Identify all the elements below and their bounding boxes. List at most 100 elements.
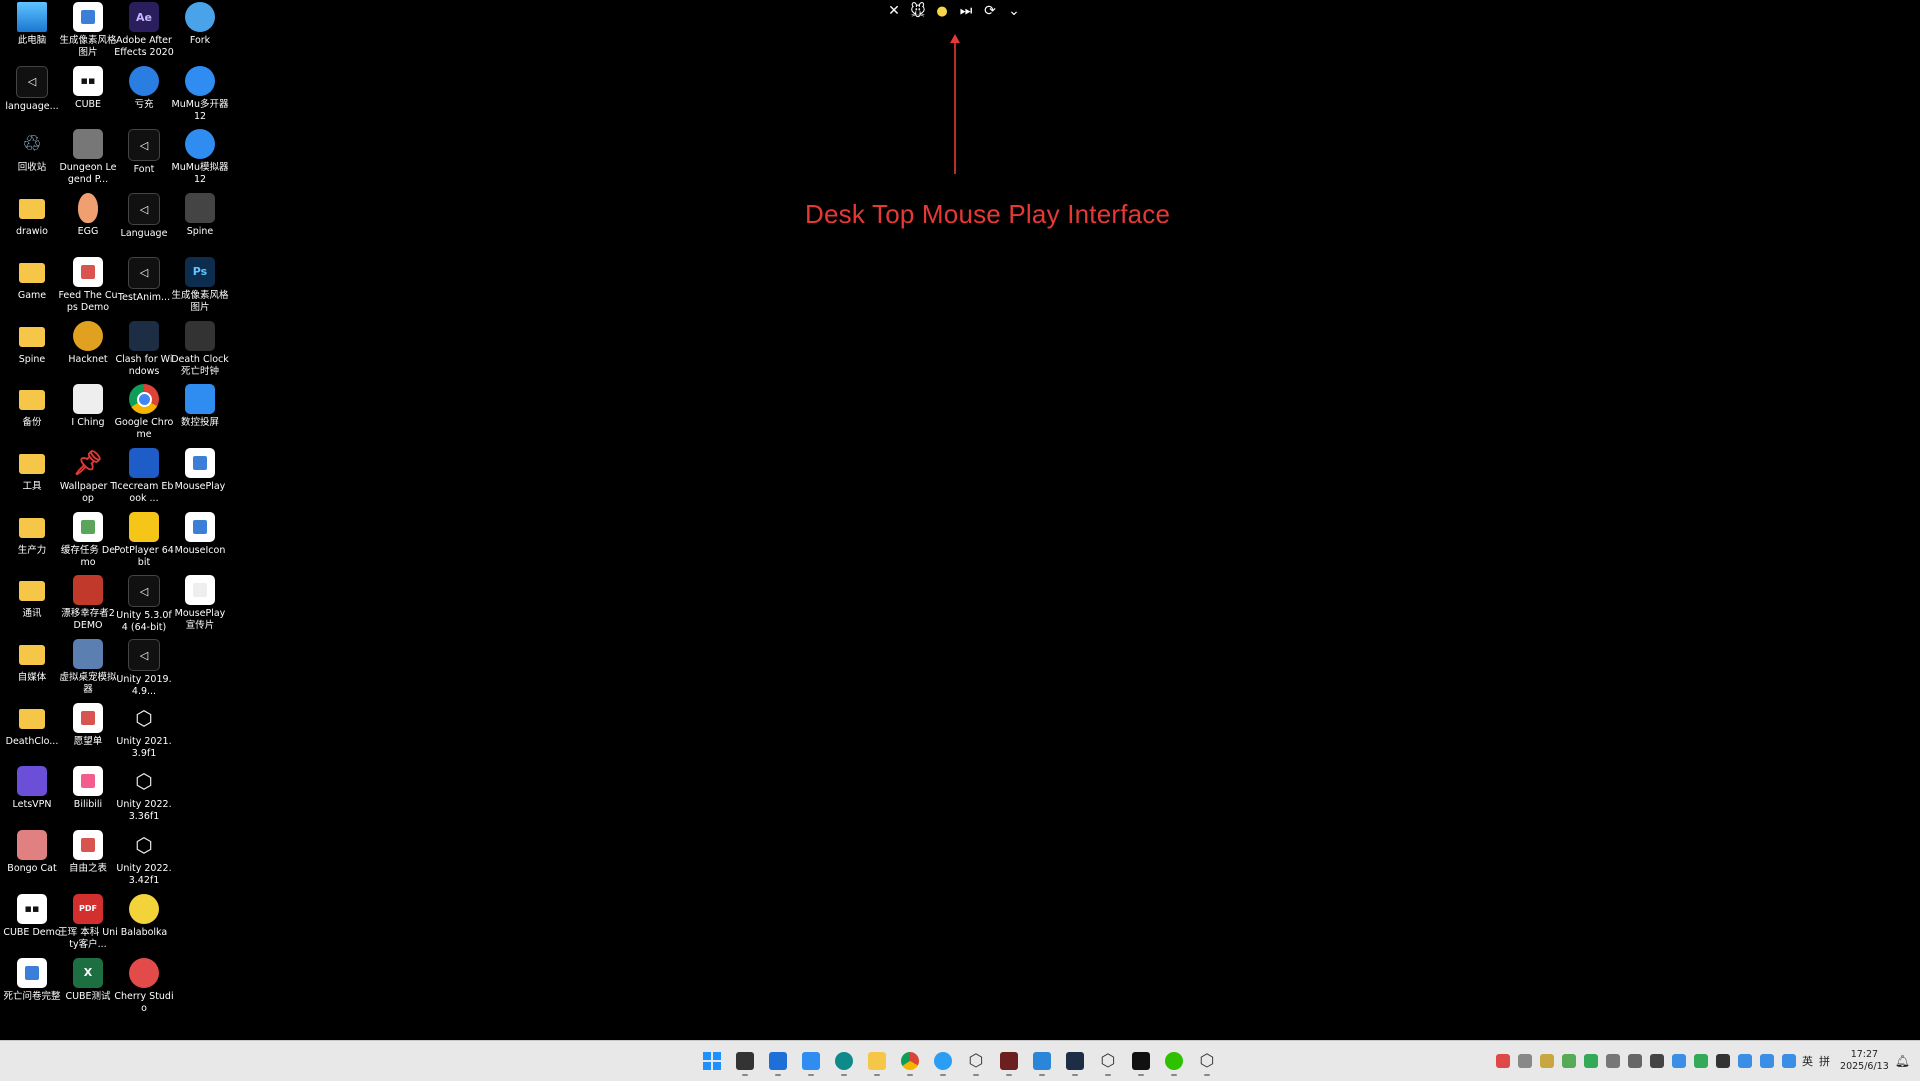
ime-mode[interactable]: 拼 [1819, 1053, 1830, 1069]
desktop-icon[interactable]: PDF 王珲 本科 Unity客户... [58, 893, 118, 956]
taskbar-file-explorer-dark-icon[interactable] [731, 1047, 759, 1076]
desktop-icon[interactable]: I Ching [60, 384, 116, 446]
next-icon[interactable]: ⏭ [956, 1, 976, 21]
tray-app-icon[interactable] [1628, 1054, 1643, 1068]
desktop-icon[interactable]: MousePlay 宣传片 [172, 575, 228, 637]
taskbar-unity-icon[interactable]: ⬡ [1094, 1047, 1122, 1076]
taskbar-chrome-icon[interactable] [896, 1047, 924, 1076]
taskbar-vscode-like-icon[interactable] [764, 1047, 792, 1076]
desktop-icon[interactable]: Bilibili [60, 766, 116, 828]
desktop-icon[interactable]: EGG [60, 193, 116, 255]
desktop-icon[interactable]: ▪▪ CUBE Demo [3, 893, 61, 956]
tray-app-icon[interactable] [1672, 1054, 1687, 1068]
taskbar-fork-icon[interactable] [1028, 1047, 1056, 1076]
desktop-icon[interactable]: ◁ language... [4, 65, 60, 128]
tray-app-icon[interactable] [1782, 1054, 1797, 1068]
refresh-icon[interactable]: ⟳ [980, 1, 1000, 21]
close-icon[interactable]: ✕ [884, 1, 904, 21]
desktop-icon[interactable]: ♲ 回收站 [4, 129, 60, 191]
desktop-icon[interactable]: LetsVPN [4, 766, 60, 828]
desktop-icon[interactable]: Icecream Ebook ... [115, 447, 173, 510]
desktop-icon[interactable]: PotPlayer 64 bit [114, 511, 174, 574]
desktop-icon[interactable]: ◁ Unity 2019.4.9... [116, 639, 172, 701]
taskbar-clash-icon[interactable] [1061, 1047, 1089, 1076]
desktop-icon[interactable]: MouseIcon [172, 511, 228, 574]
mouse-avatar-icon[interactable]: 🐭 [908, 1, 928, 21]
desktop-icon[interactable]: ◁ TestAnim... [116, 256, 172, 319]
desktop-icon[interactable]: Spine [4, 321, 60, 383]
taskbar-start-icon[interactable] [698, 1047, 726, 1075]
desktop-icon[interactable]: Fork [172, 2, 228, 64]
desktop-icon[interactable]: ◁ Language [116, 193, 172, 255]
notification-bell-icon[interactable]: 🔔︎ [1895, 1054, 1910, 1068]
desktop-icon[interactable]: X CUBE测试 [60, 957, 116, 1020]
taskbar-wechat-icon[interactable] [1160, 1047, 1188, 1076]
ime-language[interactable]: 英 [1802, 1053, 1813, 1069]
taskbar-folder-icon[interactable] [863, 1047, 891, 1076]
tray-app-icon[interactable] [1716, 1054, 1731, 1068]
taskbar-chat-bubble-icon[interactable] [929, 1047, 957, 1076]
desktop-icon[interactable]: 生成像素风格图片 [59, 2, 117, 64]
desktop-icon[interactable]: ⬡ Unity 2022.3.42f1 [116, 830, 172, 892]
taskbar-capcut-icon[interactable] [1127, 1047, 1155, 1076]
desktop-icon[interactable]: Hacknet [60, 320, 116, 383]
desktop-icon[interactable]: 通讯 [4, 575, 60, 637]
desktop-icon[interactable]: Game [4, 257, 60, 319]
expand-icon[interactable]: ⌄ [1004, 1, 1024, 21]
desktop-icon[interactable]: 自媒体 [4, 639, 60, 701]
clock[interactable]: 17:27 2025/6/13 [1840, 1049, 1889, 1073]
tray-app-icon[interactable] [1760, 1054, 1775, 1068]
taskbar-screen-tool-icon[interactable] [797, 1047, 825, 1076]
desktop-icon[interactable]: 工具 [4, 448, 60, 510]
taskbar-unity-2-icon[interactable]: ⬡ [1193, 1047, 1221, 1076]
desktop-icon[interactable]: 死亡问卷完整 [3, 957, 61, 1020]
desktop-icon[interactable]: 愿望单 [60, 702, 116, 765]
desktop-icon[interactable]: Balabolka [116, 893, 172, 956]
desktop-icon[interactable]: 生产力 [4, 512, 60, 574]
desktop-icon[interactable]: Bongo Cat [4, 830, 60, 892]
desktop-icon[interactable]: Feed The Cups Demo [58, 256, 118, 319]
desktop-icon[interactable]: ◁ Unity 5.3.0f4 (64-bit) [116, 575, 172, 637]
taskbar-unity-hub-icon[interactable]: ⬡ [962, 1047, 990, 1076]
desktop-icon[interactable]: Dungeon Legend P... [59, 129, 117, 191]
tray-app-icon[interactable] [1540, 1054, 1555, 1068]
taskbar-game-app-icon[interactable] [995, 1047, 1023, 1076]
desktop-icon-label: Spine [18, 353, 46, 365]
desktop-icon[interactable]: Cherry Studio [114, 957, 174, 1020]
status-dot-icon[interactable]: ● [932, 1, 952, 21]
desktop-icon[interactable]: Spine [172, 193, 228, 255]
desktop-icon[interactable]: 备份 [4, 384, 60, 446]
desktop-icon[interactable]: MousePlay [172, 447, 228, 510]
desktop-icon[interactable]: Death Clock 死亡时钟 [171, 320, 229, 383]
tray-app-icon[interactable] [1606, 1054, 1621, 1068]
tray-app-icon[interactable] [1584, 1054, 1599, 1068]
desktop-icon[interactable]: ⬡ Unity 2021.3.9f1 [116, 703, 172, 765]
desktop-icon[interactable]: Google Chrome [115, 384, 173, 446]
taskbar-edge-icon[interactable] [830, 1047, 858, 1076]
desktop-icon[interactable]: 漂移幸存者2 DEMO [60, 575, 116, 637]
desktop-icon[interactable]: Ps 生成像素风格图片 [171, 256, 229, 319]
tray-app-icon[interactable] [1496, 1054, 1511, 1068]
desktop-icon[interactable]: Ae Adobe After Effects 2020 [114, 2, 174, 64]
tray-app-icon[interactable] [1738, 1054, 1753, 1068]
desktop-icon[interactable]: 此电脑 [4, 2, 60, 64]
tray-app-icon[interactable] [1650, 1054, 1665, 1068]
desktop-icon[interactable]: drawio [4, 193, 60, 255]
desktop-icon[interactable]: MuMu模拟器12 [172, 129, 228, 191]
desktop-icon[interactable]: Clash for Windows [116, 320, 173, 383]
tray-app-icon[interactable] [1694, 1054, 1709, 1068]
tray-app-icon[interactable] [1518, 1054, 1533, 1068]
desktop-icon[interactable]: ◁ Font [116, 129, 172, 191]
desktop-icon[interactable]: 自由之表 [60, 830, 116, 892]
desktop-icon[interactable]: 虚拟桌宠模拟器 [59, 639, 117, 701]
desktop-icon[interactable]: MuMu多开器12 [172, 65, 228, 128]
desktop-icon[interactable]: 亏充 [116, 65, 172, 128]
desktop-icon[interactable]: ▪▪ CUBE [60, 65, 116, 128]
tray-app-icon[interactable] [1562, 1054, 1577, 1068]
doc-icon [73, 511, 103, 542]
desktop-icon[interactable]: ⬡ Unity 2022.3.36f1 [116, 766, 172, 828]
desktop-icon[interactable]: 📌︎ Wallpaper Top [60, 448, 116, 510]
desktop-icon[interactable]: 缓存任务 Demo [60, 511, 116, 574]
desktop-icon[interactable]: 数控投屏 [172, 384, 228, 446]
desktop-icon[interactable]: DeathClo... [4, 703, 60, 765]
